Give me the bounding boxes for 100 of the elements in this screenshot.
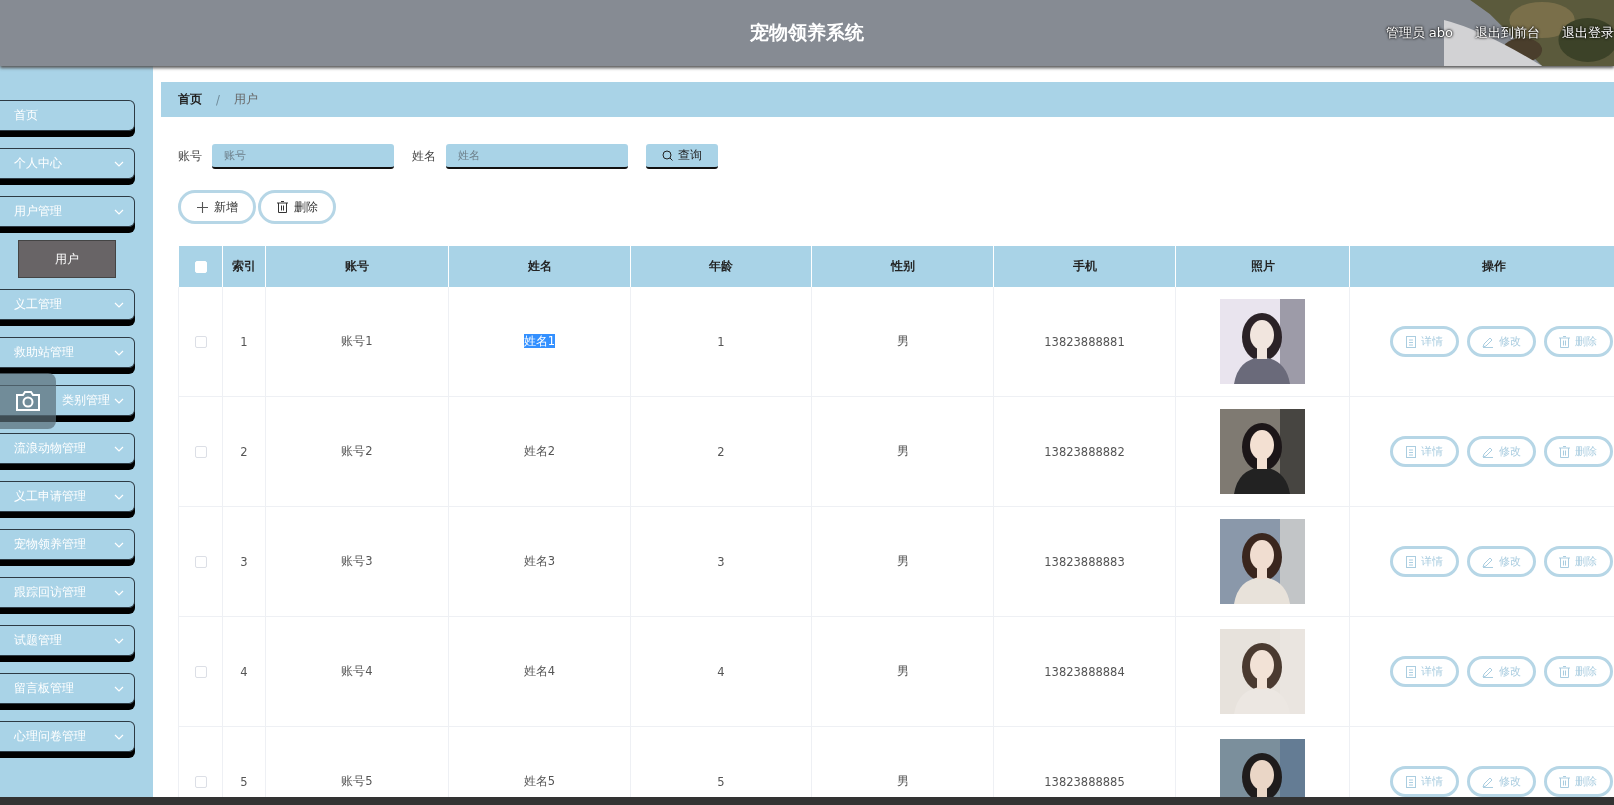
detail-button[interactable]: 详情 — [1389, 436, 1459, 467]
table-cell: 5 — [240, 774, 248, 789]
delete-button[interactable]: 删除 — [1543, 656, 1613, 687]
checkbox[interactable] — [194, 336, 207, 348]
trash-icon — [1559, 445, 1571, 458]
pencil-icon — [1481, 665, 1494, 678]
pencil-icon — [1481, 775, 1494, 788]
table-cell: 姓名2 — [523, 444, 556, 458]
separator: / — [216, 92, 220, 107]
table-cell: 2 — [240, 444, 248, 459]
chevron-down-icon — [114, 541, 124, 548]
breadcrumb-item: 用户 — [233, 92, 258, 107]
table-cell: 2 — [717, 444, 725, 459]
table-cell: 姓名3 — [523, 554, 556, 568]
edit-button[interactable]: 修改 — [1466, 656, 1536, 687]
search-icon — [662, 150, 673, 161]
trash-icon — [1559, 335, 1571, 348]
edit-button[interactable]: 修改 — [1466, 766, 1536, 797]
column-header: 账号 — [345, 259, 369, 273]
table-cell: 账号1 — [341, 334, 373, 348]
chevron-down-icon — [114, 589, 124, 596]
breadcrumb-item[interactable]: 首页 — [178, 92, 202, 107]
chevron-down-icon — [114, 445, 124, 452]
document-icon — [1405, 665, 1416, 678]
column-header: 操作 — [1482, 259, 1507, 273]
pencil-icon — [1481, 445, 1494, 458]
table-cell: 姓名4 — [523, 664, 556, 678]
delete-button[interactable]: 删除 — [1543, 546, 1613, 577]
search-field[interactable]: 账号 — [212, 144, 394, 169]
table-cell: 5 — [717, 774, 725, 789]
table-cell: 3 — [717, 554, 725, 569]
table-cell: 账号3 — [341, 554, 373, 568]
column-header: 年龄 — [709, 259, 733, 273]
table-cell: 13823888884 — [1044, 664, 1125, 679]
checkbox[interactable] — [194, 776, 207, 788]
column-header: 索引 — [232, 259, 256, 273]
detail-button[interactable]: 详情 — [1389, 326, 1459, 357]
table-cell: 1 — [717, 334, 725, 349]
table-cell: 3 — [240, 554, 248, 569]
plus-icon — [196, 201, 208, 213]
checkbox[interactable] — [194, 446, 207, 458]
checkbox[interactable] — [194, 556, 207, 568]
camera-icon — [15, 390, 41, 412]
document-icon — [1405, 445, 1416, 458]
field-label: 账号 — [178, 149, 202, 164]
chevron-down-icon — [114, 160, 124, 167]
delete-button[interactable]: 删除 — [258, 190, 336, 224]
table-cell: 13823888883 — [1044, 554, 1125, 569]
trash-icon — [276, 201, 288, 213]
table-cell: 账号2 — [341, 444, 373, 458]
document-icon — [1405, 335, 1416, 348]
edit-button[interactable]: 修改 — [1466, 436, 1536, 467]
chevron-down-icon — [114, 208, 124, 215]
search-field[interactable]: 姓名 — [446, 144, 628, 169]
table-cell: 姓名1 — [523, 334, 556, 348]
table-cell: 13823888881 — [1044, 334, 1125, 349]
table-cell: 男 — [896, 554, 909, 568]
app-title: 宠物领养系统 — [750, 20, 864, 45]
column-header: 姓名 — [527, 259, 552, 273]
checkbox[interactable] — [194, 666, 207, 678]
table-cell: 男 — [896, 664, 909, 678]
edit-button[interactable]: 修改 — [1466, 546, 1536, 577]
table-cell: 13823888882 — [1044, 444, 1125, 459]
field-label: 姓名 — [412, 149, 436, 164]
detail-button[interactable]: 详情 — [1389, 656, 1459, 687]
document-icon — [1405, 555, 1416, 568]
table-cell: 4 — [240, 664, 248, 679]
search-button[interactable]: 查询 — [646, 144, 718, 169]
delete-button[interactable]: 删除 — [1543, 326, 1613, 357]
edit-button[interactable]: 修改 — [1466, 326, 1536, 357]
camera-tooltip[interactable] — [0, 373, 56, 429]
delete-button[interactable]: 删除 — [1543, 436, 1613, 467]
pencil-icon — [1481, 555, 1494, 568]
chevron-down-icon — [114, 733, 124, 740]
trash-icon — [1559, 775, 1571, 788]
document-icon — [1405, 775, 1416, 788]
table-cell: 账号4 — [341, 664, 373, 678]
add-button[interactable]: 新增 — [178, 190, 256, 224]
trash-icon — [1559, 555, 1571, 568]
table-cell: 13823888885 — [1044, 774, 1125, 789]
table-cell: 账号5 — [341, 774, 373, 788]
table-cell: 男 — [896, 444, 909, 458]
trash-icon — [1559, 665, 1571, 678]
column-header: 性别 — [890, 259, 915, 273]
sidebar-subitem[interactable]: 用户 — [18, 240, 116, 278]
pencil-icon — [1481, 335, 1494, 348]
table-cell: 男 — [896, 774, 909, 788]
chevron-down-icon — [114, 397, 124, 404]
table-cell: 男 — [896, 334, 909, 348]
detail-button[interactable]: 详情 — [1389, 546, 1459, 577]
column-header: 手机 — [1072, 259, 1097, 273]
table-cell: 1 — [240, 334, 248, 349]
chevron-down-icon — [114, 301, 124, 308]
chevron-down-icon — [114, 493, 124, 500]
chevron-down-icon — [114, 685, 124, 692]
chevron-down-icon — [114, 349, 124, 356]
table-cell: 4 — [717, 664, 725, 679]
chevron-down-icon — [114, 637, 124, 644]
delete-button[interactable]: 删除 — [1543, 766, 1613, 797]
detail-button[interactable]: 详情 — [1389, 766, 1459, 797]
